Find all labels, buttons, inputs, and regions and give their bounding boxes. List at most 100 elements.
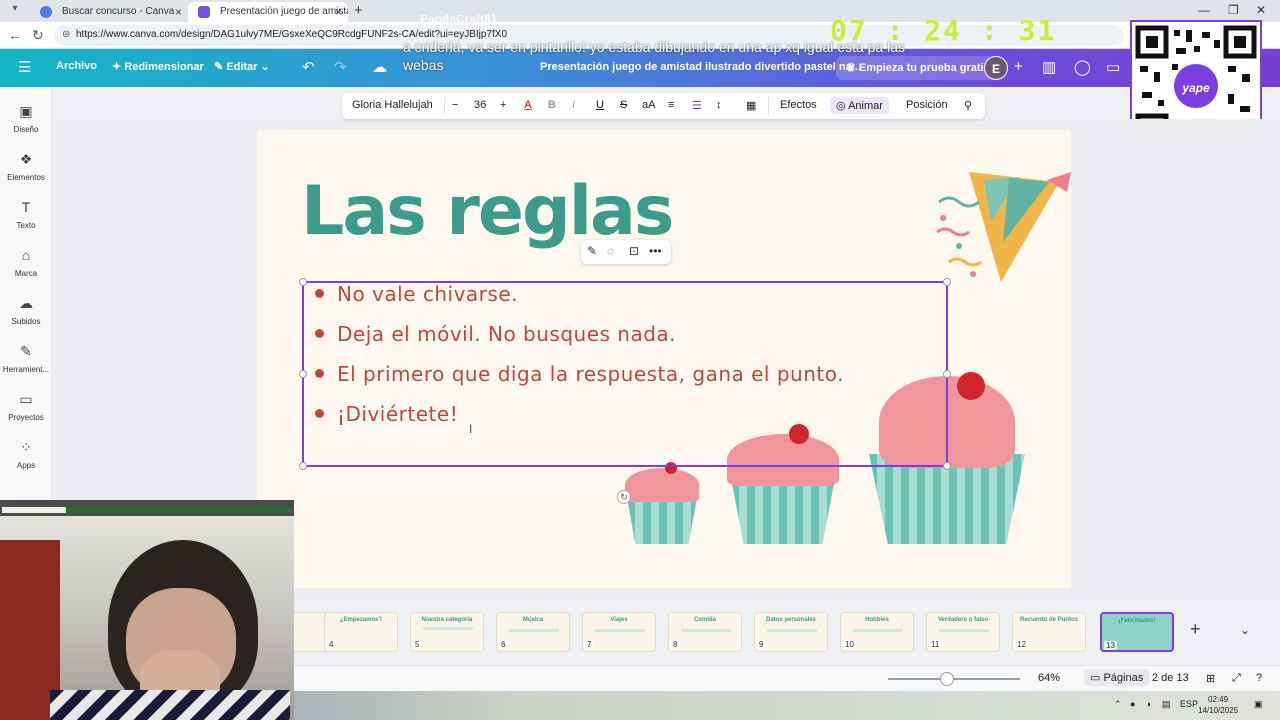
comment-add-icon[interactable]: ◌ [607,244,614,258]
edit-button[interactable]: ✎ Editar ⌄ [214,60,270,73]
maximize-icon[interactable]: ❐ [1228,3,1239,17]
bottom-status-bar: 64% ▭ Páginas 2 de 13 ⊞ ⤢ ? [294,665,1280,691]
reload-icon[interactable]: ↻ [32,27,44,44]
page-thumbnail[interactable]: Música 6 [496,612,570,652]
new-tab-button[interactable]: + [354,2,363,19]
text-color-icon[interactable]: A [524,99,532,111]
help-icon[interactable]: ? [1256,672,1262,684]
cloud-save-icon[interactable]: ☁ [372,58,387,76]
decrease-size-button[interactable]: − [452,99,458,111]
grid-view-icon[interactable]: ⊞ [1206,672,1215,685]
pages-label: Páginas [1103,672,1144,684]
thumbnail-title: ¿Empezamos? [339,617,383,623]
chevron-down-icon[interactable]: ⌄ [1240,623,1250,637]
redo-icon[interactable]: ↷ [334,58,347,76]
avatar[interactable]: E [984,56,1008,80]
page-thumbnail[interactable]: Hobbies 10 [840,612,914,652]
font-size-field[interactable]: 36 [474,99,486,111]
resize-handle[interactable] [943,462,951,470]
position-button[interactable]: Posición [906,99,948,111]
apps-icon: ⁘ [20,439,32,455]
font-family-select[interactable]: Gloria Hallelujah [350,99,435,111]
more-options-icon[interactable]: ••• [649,244,662,258]
page-thumbnail[interactable]: Recuento de Puntos 12 [1012,612,1086,652]
back-arrow-icon[interactable]: ← [8,27,22,43]
resize-handle[interactable] [299,462,307,470]
sidebar-item-apps[interactable]: ⁘ Apps [0,439,52,470]
zoom-slider-handle[interactable] [940,672,955,686]
page-thumbnail[interactable]: Datos personales 9 [754,612,828,652]
rotate-handle-icon[interactable]: ↻ [617,490,631,504]
input-language[interactable]: ESP [1180,699,1198,709]
close-tab-icon[interactable]: × [175,2,182,22]
sidebar-item-elements[interactable]: ❖ Elementos [0,151,52,182]
strikethrough-icon[interactable]: S [620,99,627,111]
increase-size-button[interactable]: + [500,99,506,111]
network-icon[interactable]: ▤ [1162,699,1171,710]
file-menu-button[interactable]: Archivo [56,60,97,72]
lock-icon[interactable]: ⊡ [629,244,639,258]
thumbnail-title: Comida [693,617,716,623]
close-tab-icon[interactable]: × [335,2,342,22]
page-thumbnail[interactable]: ¿Empezamos? 4 [324,612,398,652]
thumbnail-line [595,629,645,632]
italic-icon[interactable]: I [572,99,575,111]
spacing-icon[interactable]: ↕ [716,99,722,111]
volume-icon[interactable]: ◖ [1146,699,1151,709]
page-thumbnail[interactable]: ¡Felicidades! 13 [1100,612,1174,652]
thumbnail-title: Viajes [610,617,628,623]
resize-button[interactable]: ✦ Redimensionar [112,60,204,73]
fullscreen-icon[interactable]: ⤢ [1232,672,1241,685]
align-icon[interactable]: ≡ [668,99,674,111]
underline-icon[interactable]: U [596,99,604,111]
bold-icon[interactable]: B [548,99,556,111]
sidebar-item-design[interactable]: ▣ Diseño [0,103,52,134]
close-window-icon[interactable]: ✕ [1256,3,1266,17]
effects-button[interactable]: Efectos [780,99,817,111]
browser-tab-presentation[interactable]: Presentación juego de amistad il × [188,2,348,22]
minimize-icon[interactable]: — [1198,3,1210,17]
element-context-bar: ✎ ◌ ⊡ ••• [581,240,671,264]
pages-button[interactable]: ▭ Páginas [1084,669,1150,686]
animate-button[interactable]: ◎ Animar [830,97,889,114]
resize-handle[interactable] [943,370,951,378]
design-icon: ▣ [19,103,33,119]
notifications-icon[interactable]: ▣ [1254,699,1263,710]
text-selection-box[interactable] [299,278,951,470]
zoom-level[interactable]: 64% [1038,672,1060,684]
mic-icon[interactable]: ● [1130,699,1135,709]
resize-handle[interactable] [299,370,307,378]
sidebar-item-brand[interactable]: ⌂ Marca [0,247,52,278]
page-thumbnail[interactable]: Nuestra categoría 5 [410,612,484,652]
copy-style-icon[interactable]: ⚲ [964,99,972,112]
sidebar-item-tools[interactable]: ✎ Herramient... [0,343,52,374]
letter-case-icon[interactable]: aA [642,99,655,111]
transparency-icon[interactable]: ▦ [746,99,756,112]
system-clock[interactable]: 02:49 14/10/2025 [1198,694,1238,716]
page-indicator[interactable]: 2 de 13 [1152,672,1189,684]
sidebar-item-uploads[interactable]: ☁ Subidos [0,295,52,326]
resize-handle[interactable] [943,278,951,286]
sidebar-item-projects[interactable]: ▭ Proyectos [0,391,52,422]
present-icon[interactable]: ▭ [1106,58,1120,76]
thumbnail-number: 10 [843,640,856,649]
insights-icon[interactable]: ▥ [1042,58,1056,76]
hamburger-menu-icon[interactable]: ☰ [18,58,31,76]
page-thumbnail[interactable]: Viajes 7 [582,612,656,652]
site-info-icon[interactable]: ⊜ [62,29,70,40]
thumbnail-number: 11 [929,640,942,649]
page-thumbnail[interactable]: Verdadero o falso 11 [926,612,1000,652]
browser-tab-search-contest[interactable]: Buscar concurso - Canva × [30,2,188,22]
resize-handle[interactable] [299,278,307,286]
add-page-button[interactable]: + [1190,619,1201,640]
sidebar-item-text[interactable]: T Texto [0,199,52,230]
tray-chevron-icon[interactable]: ⌃ [1114,699,1122,710]
list-icon[interactable]: ☰ [692,99,702,112]
magic-edit-icon[interactable]: ✎ [587,244,597,258]
tab-search-icon[interactable]: ▾ [8,3,22,17]
undo-icon[interactable]: ↶ [302,58,315,76]
page-thumbnail[interactable]: Comida 8 [668,612,742,652]
add-collaborator-icon[interactable]: + [1014,58,1023,75]
cupcake-liner [627,498,697,544]
comment-icon[interactable]: ◯ [1074,58,1091,76]
